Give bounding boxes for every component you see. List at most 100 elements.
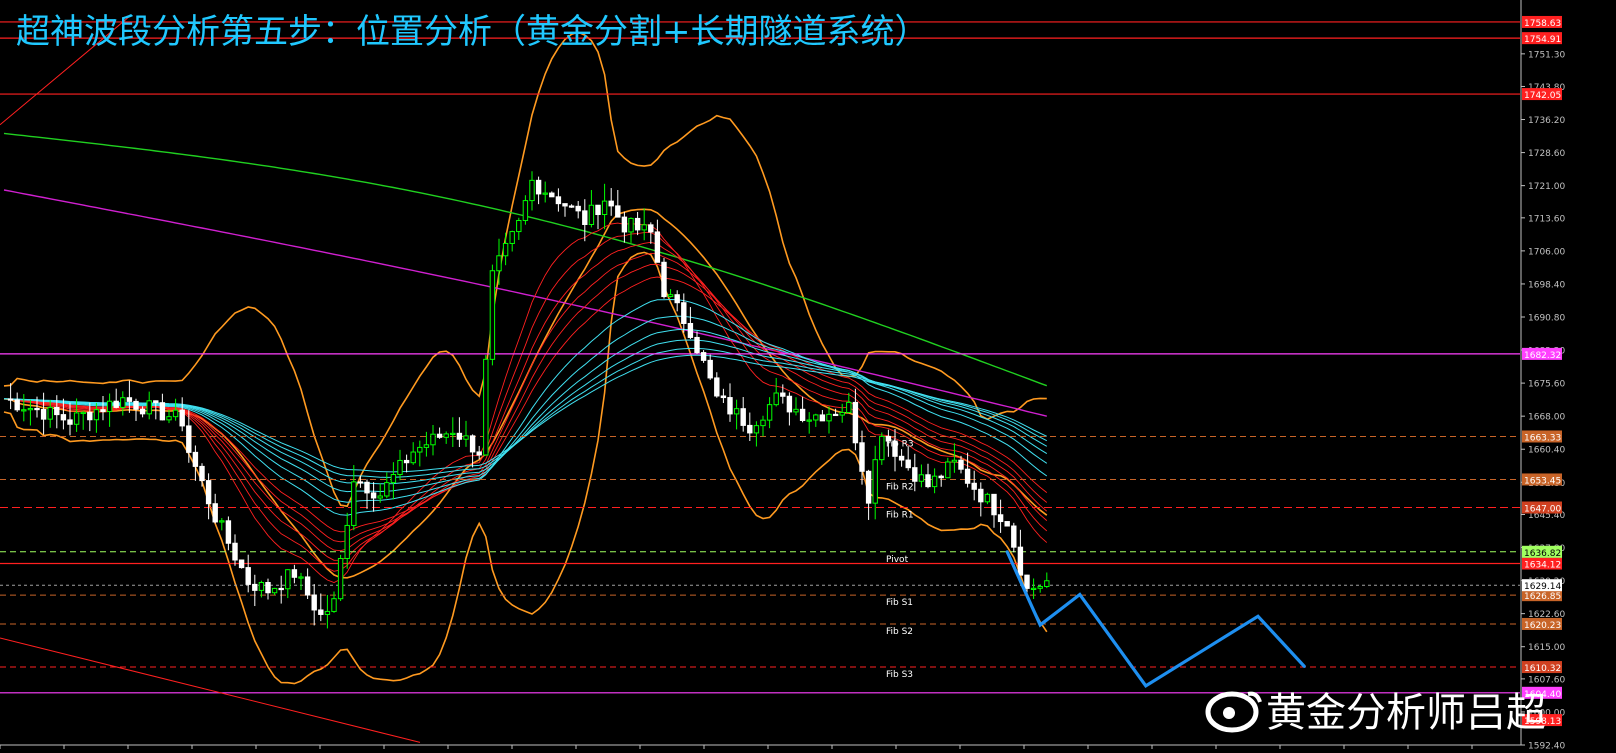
candle-body	[661, 261, 667, 298]
pivot-axis-6-label: 1610.32	[1524, 664, 1561, 674]
candle-body	[245, 567, 251, 585]
candle-body	[430, 433, 436, 446]
y-tick-label: 1706.00	[1528, 247, 1565, 257]
y-tick-label: 1751.30	[1528, 50, 1565, 60]
candle-body	[146, 400, 152, 415]
candle-body	[1004, 521, 1010, 527]
y-tick-label: 1736.20	[1528, 116, 1565, 126]
candle-body	[139, 408, 146, 415]
candle-body	[608, 200, 614, 207]
candle-body	[324, 610, 331, 615]
candle-body	[615, 205, 621, 218]
candle	[1004, 521, 1010, 527]
pivot-label-0: Fib R3	[886, 439, 914, 449]
candle-body	[1017, 546, 1024, 576]
candle-body	[496, 255, 502, 272]
candle-body	[681, 302, 687, 324]
candle-body	[304, 576, 311, 596]
candle-body	[100, 409, 106, 413]
y-tick-label: 1592.40	[1528, 742, 1565, 750]
candle-body	[423, 444, 430, 448]
candle-body	[918, 474, 925, 482]
candle-body	[727, 397, 733, 415]
candle-body	[120, 397, 126, 408]
price-chart[interactable]: 1751.301743.801736.201728.601721.001713.…	[0, 0, 1616, 752]
candle-body	[258, 582, 265, 591]
candle-body	[21, 409, 27, 412]
resistance-2-label: 1742.05	[1524, 91, 1561, 101]
candle-body	[397, 459, 403, 476]
candle-body	[7, 398, 14, 401]
candle-body	[628, 217, 634, 233]
pivot-label-2: Fib R1	[886, 511, 914, 521]
candle-body	[265, 582, 271, 594]
candle-body	[377, 495, 383, 499]
candle-body	[700, 352, 707, 361]
candle-body	[819, 414, 826, 422]
candle-body	[740, 408, 746, 426]
y-tick-label: 1728.60	[1528, 149, 1565, 159]
candle-body	[826, 413, 832, 422]
candle-body	[1037, 585, 1043, 589]
candle-body	[40, 409, 47, 420]
candle-body	[311, 594, 317, 611]
candle-body	[516, 219, 522, 233]
candle-body	[846, 401, 852, 413]
y-tick-label: 1660.40	[1528, 446, 1565, 456]
candle-body	[938, 475, 944, 479]
candle-body	[390, 474, 397, 484]
candle-body	[34, 407, 40, 411]
candle-body	[971, 482, 977, 490]
candle-body	[654, 231, 661, 263]
candle-body	[331, 598, 337, 612]
candle-body	[502, 242, 509, 257]
candle-body	[674, 294, 680, 304]
candle-body	[370, 492, 377, 499]
candle-body	[621, 216, 628, 233]
candle-body	[351, 481, 357, 526]
candle-body	[786, 395, 793, 413]
pivot-axis-0-label: 1663.33	[1524, 433, 1561, 443]
candle-body	[489, 270, 496, 360]
candle-body	[469, 435, 476, 453]
candle-body	[766, 404, 773, 421]
candle-body	[806, 419, 812, 422]
candle-body	[1044, 580, 1050, 587]
candle-body	[984, 493, 991, 503]
candle-body	[212, 503, 218, 523]
candle-body	[54, 406, 60, 416]
candle-body	[898, 455, 905, 461]
candle-body	[456, 432, 463, 440]
candle-body	[14, 399, 20, 411]
candle-body	[568, 205, 575, 208]
candle-body	[87, 411, 93, 421]
candle-body	[813, 414, 819, 421]
candle-body	[133, 400, 139, 410]
candle-body	[832, 413, 839, 417]
candle-body	[733, 408, 740, 415]
candle-body	[839, 411, 845, 416]
candle-body	[641, 224, 647, 231]
pivot-axis-2-label: 1647.00	[1524, 505, 1561, 515]
candle-body	[634, 217, 641, 231]
y-tick-label: 1721.00	[1528, 182, 1565, 192]
candle-body	[760, 419, 766, 427]
candle-body	[166, 416, 172, 421]
candle-body	[238, 559, 245, 569]
resistance-4-label: 1634.12	[1524, 561, 1561, 571]
candle-body	[951, 459, 958, 463]
candle-body	[667, 294, 674, 298]
pivot-axis-1-label: 1653.45	[1524, 476, 1561, 486]
candle-body	[991, 493, 997, 516]
y-tick-label: 1698.40	[1528, 280, 1565, 290]
candle-body	[27, 407, 34, 411]
candle-body	[159, 402, 166, 421]
candle-body	[588, 204, 595, 225]
candle-body	[931, 475, 938, 488]
chart-background	[0, 0, 1616, 749]
candle-body	[384, 482, 390, 497]
candle-body	[747, 424, 753, 434]
candle-body	[865, 470, 872, 504]
candle-body	[542, 192, 548, 195]
candle-body	[417, 446, 423, 453]
